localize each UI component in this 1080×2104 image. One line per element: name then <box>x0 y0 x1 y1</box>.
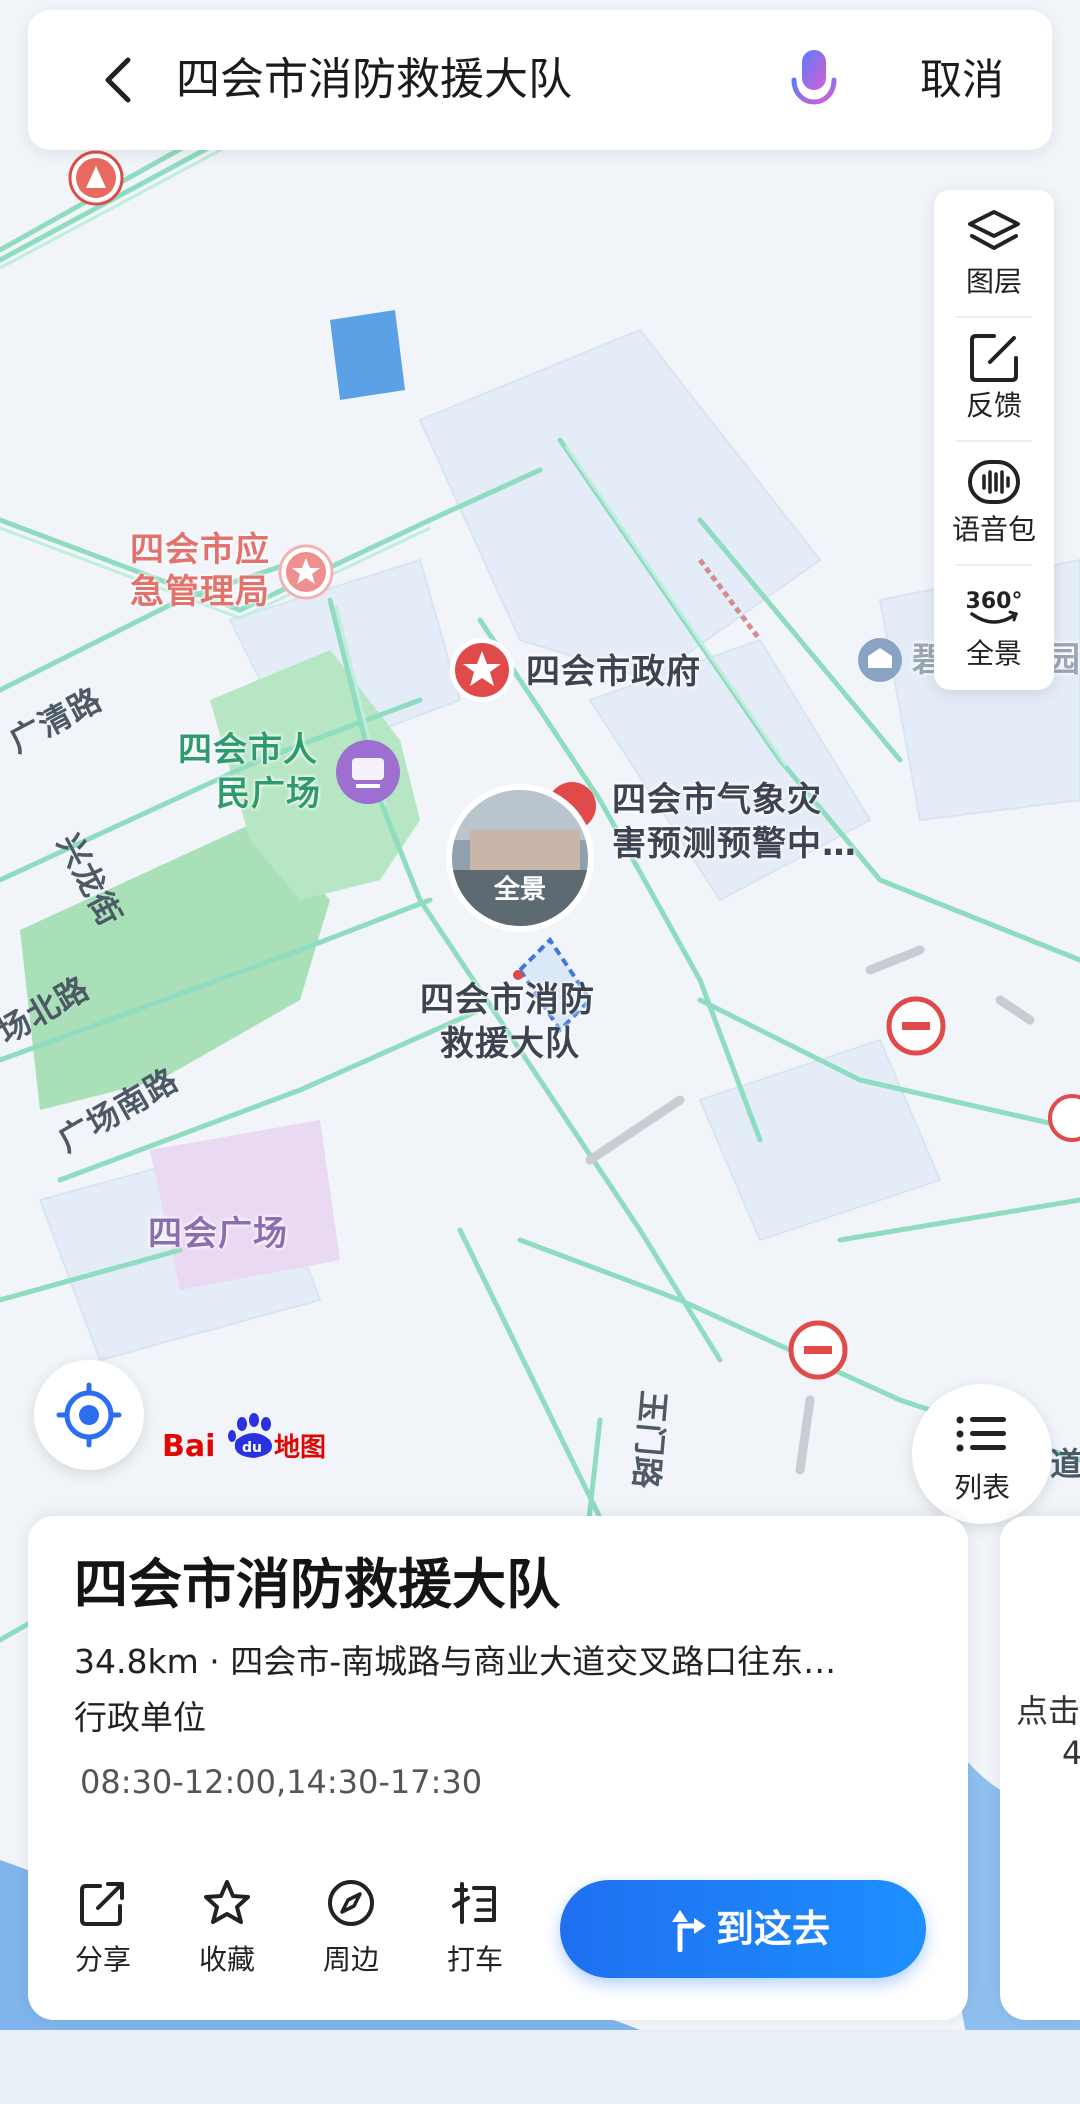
go-here-label: 到这去 <box>716 1907 831 1951</box>
map-label-weather-2[interactable]: 害预测预警中… <box>612 824 857 864</box>
cancel-button[interactable]: 取消 <box>920 52 1004 108</box>
place-distance-address: 34.8km · 四会市-南城路与商业大道交叉路口往东… <box>74 1642 837 1681</box>
nearby-label: 周边 <box>322 1943 379 1976</box>
tool-feedback-label: 反馈 <box>965 389 1022 422</box>
tool-voice-pack[interactable]: 语音包 <box>934 442 1054 564</box>
tool-layers[interactable]: 图层 <box>934 194 1054 316</box>
share-icon <box>80 1882 124 1926</box>
feedback-icon <box>970 334 1018 382</box>
search-bar: 四会市消防救援大队 取消 <box>28 10 1052 150</box>
next-card-text: 点击 <box>1016 1692 1080 1730</box>
microphone-icon[interactable] <box>776 42 852 118</box>
share-label: 分享 <box>74 1943 131 1976</box>
panorama-bubble-label: 全景 <box>493 874 546 905</box>
next-result-card[interactable]: 点击 4 <box>1000 1516 1080 2020</box>
route-arrow-icon <box>672 1910 706 1952</box>
no-entry-sign-3 <box>1048 1094 1080 1142</box>
star-icon <box>204 1880 250 1924</box>
no-entry-sign-2 <box>788 1320 848 1380</box>
list-button-label: 列表 <box>953 1471 1010 1504</box>
panorama-bubble <box>446 784 594 932</box>
tool-panorama-label: 全景 <box>965 637 1022 670</box>
layers-icon <box>968 210 1020 250</box>
tool-layers-label: 图层 <box>965 265 1022 298</box>
map-bottom-area <box>0 2030 1080 2104</box>
no-entry-sign-1 <box>886 996 946 1056</box>
tool-panorama[interactable]: 360° 全景 <box>934 566 1054 688</box>
baidu-map-logo: Bai du 地图 <box>162 1410 332 1464</box>
taxi-button[interactable]: 打车 <box>420 1876 530 1978</box>
map-label-fire-station-1[interactable]: 四会市消防 <box>420 980 595 1020</box>
list-icon <box>956 1416 1006 1452</box>
plaza-marker <box>336 740 400 804</box>
emergency-bureau-marker <box>278 544 334 600</box>
panorama-360-icon: 360° <box>966 589 1023 624</box>
place-category: 行政单位 <box>74 1698 206 1737</box>
construction-marker <box>68 150 124 206</box>
list-button[interactable]: 列表 <box>912 1384 1052 1524</box>
government-marker <box>450 638 514 702</box>
svg-text:Bai: Bai <box>162 1429 215 1464</box>
tool-voice-pack-label: 语音包 <box>951 513 1036 546</box>
fire-station-dot <box>513 970 523 980</box>
favorite-button[interactable]: 收藏 <box>172 1876 282 1978</box>
map-label-emergency-bureau-1[interactable]: 四会市应 <box>130 530 270 570</box>
map-label-weather-1[interactable]: 四会市气象灾 <box>612 780 822 820</box>
map-tools-panel: 图层 反馈 语音包 360° 全景 <box>934 190 1054 690</box>
nearby-button[interactable]: 周边 <box>296 1876 406 1978</box>
voice-pack-icon <box>968 460 1020 504</box>
map-label-square[interactable]: 四会广场 <box>148 1214 288 1254</box>
favorite-label: 收藏 <box>198 1943 255 1976</box>
taxi-icon <box>452 1882 496 1924</box>
water-area <box>330 310 405 400</box>
next-card-text-2: 4 <box>1062 1734 1080 1772</box>
map-label-plaza-1[interactable]: 四会市人 <box>178 730 318 770</box>
place-name: 四会市消防救援大队 <box>74 1553 560 1616</box>
locate-icon <box>56 1382 122 1448</box>
map-label-emergency-bureau-2[interactable]: 急管理局 <box>130 572 270 612</box>
go-here-button[interactable]: 到这去 <box>560 1880 926 1978</box>
svg-text:地图: 地图 <box>274 1433 326 1463</box>
place-hours: 08:30-12:00,14:30-17:30 <box>80 1763 483 1801</box>
place-card[interactable]: 四会市消防救援大队 34.8km · 四会市-南城路与商业大道交叉路口往东… 行… <box>28 1516 968 2020</box>
taxi-label: 打车 <box>446 1943 503 1976</box>
map-label-plaza-2[interactable]: 民广场 <box>216 774 321 814</box>
locate-button[interactable] <box>34 1360 144 1470</box>
search-input[interactable]: 四会市消防救援大队 <box>176 52 572 108</box>
map-label-government[interactable]: 四会市政府 <box>526 652 701 692</box>
tool-feedback[interactable]: 反馈 <box>934 318 1054 440</box>
share-button[interactable]: 分享 <box>48 1876 158 1978</box>
compass-icon <box>328 1880 374 1926</box>
road-label-east: 道 <box>1050 1445 1080 1483</box>
back-arrow-icon[interactable] <box>90 50 150 110</box>
svg-text:du: du <box>242 1440 262 1456</box>
map-label-fire-station-2[interactable]: 救援大队 <box>440 1024 580 1064</box>
east-poi-marker <box>858 638 902 682</box>
svg-text:360°: 360° <box>966 589 1023 614</box>
